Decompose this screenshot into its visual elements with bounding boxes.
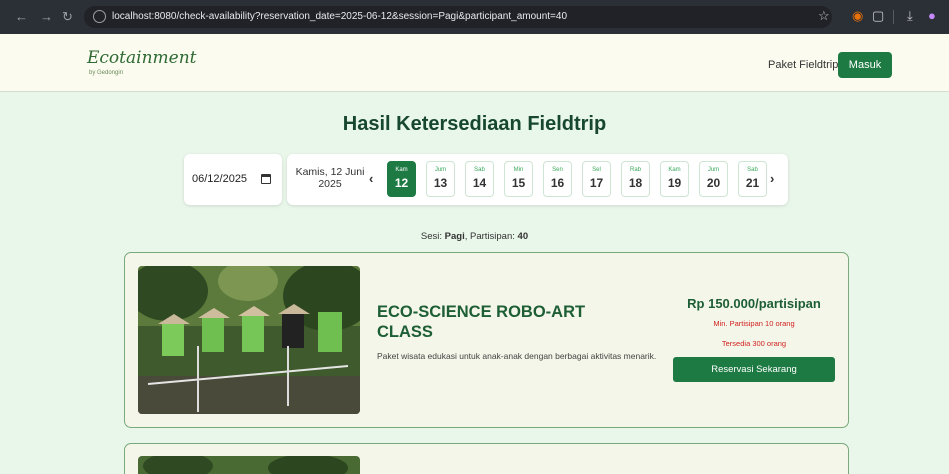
day-button[interactable]: Kam 19 bbox=[660, 161, 689, 197]
min-participants: Min. Partisipan 10 orang bbox=[713, 319, 795, 328]
package-title: ECO-SCIENCE ROBO-ART CLASS bbox=[377, 303, 586, 341]
day-name: Sab bbox=[474, 167, 485, 173]
url-text: localhost:8080/check-availability?reserv… bbox=[112, 11, 568, 22]
logo[interactable]: Ecotainment bbox=[87, 48, 196, 68]
package-price: Rp 150.000/partisipan bbox=[687, 296, 821, 311]
day-button[interactable]: Sel 17 bbox=[582, 161, 611, 197]
day-name: Jum bbox=[707, 167, 720, 173]
forward-icon[interactable]: → bbox=[40, 9, 53, 24]
day-name: Kam bbox=[668, 167, 681, 173]
day-date: 18 bbox=[628, 176, 643, 190]
day-selector: Kamis, 12 Juni 2025 ‹ Kam 12 Jum 13 Sab 14 Min… bbox=[287, 154, 788, 205]
day-name: Sen bbox=[552, 167, 563, 173]
reserve-button[interactable]: Reservasi Sekarang bbox=[673, 357, 835, 382]
availability: Tersedia 300 orang bbox=[721, 339, 787, 348]
back-icon[interactable]: ← bbox=[15, 9, 28, 24]
day-button[interactable]: Sen 16 bbox=[543, 161, 572, 197]
session-value: Pagi bbox=[444, 231, 465, 242]
day-button[interactable]: Kam 12 bbox=[387, 161, 416, 197]
day-name: Kam bbox=[395, 167, 408, 173]
toolbar-divider bbox=[893, 10, 894, 24]
site-info-icon[interactable] bbox=[93, 10, 106, 23]
calendar-icon[interactable] bbox=[261, 174, 271, 184]
day-button[interactable]: Jum 13 bbox=[426, 161, 455, 197]
address-bar[interactable]: localhost:8080/check-availability?reserv… bbox=[84, 6, 832, 28]
reload-icon[interactable]: ↻ bbox=[62, 9, 73, 25]
login-button[interactable]: Masuk bbox=[838, 52, 892, 78]
day-name: Sab bbox=[747, 167, 758, 173]
day-button[interactable]: Sab 14 bbox=[465, 161, 494, 197]
browser-toolbar: ← → ↻ localhost:8080/check-availability?… bbox=[0, 0, 949, 34]
extension-icon[interactable]: ◉ bbox=[852, 8, 863, 24]
day-button[interactable]: Min 15 bbox=[504, 161, 533, 197]
participant-value: 40 bbox=[517, 231, 529, 242]
day-button[interactable]: Rab 18 bbox=[621, 161, 650, 197]
day-name: Jum bbox=[434, 167, 447, 173]
site-header: Ecotainment by Gedongin Paket Fieldtrip … bbox=[0, 34, 949, 92]
package-card bbox=[124, 443, 849, 474]
logo-subtitle: by Gedongin bbox=[89, 70, 124, 76]
day-name: Min bbox=[513, 167, 524, 173]
session-summary: Sesi: Pagi, Partisipan: 40 bbox=[420, 231, 529, 242]
extensions-puzzle-icon[interactable]: ▢ bbox=[872, 8, 884, 24]
profile-icon[interactable]: ● bbox=[928, 8, 936, 23]
day-date: 14 bbox=[472, 176, 487, 190]
package-photo bbox=[138, 456, 360, 474]
day-date: 20 bbox=[706, 176, 721, 190]
day-name: Sel bbox=[592, 167, 601, 173]
download-icon[interactable]: ⤓ bbox=[907, 8, 913, 24]
chevron-left-icon[interactable]: ‹ bbox=[369, 171, 373, 186]
chevron-right-icon[interactable]: › bbox=[770, 171, 774, 186]
current-date-label: Kamis, 12 Juni 2025 bbox=[295, 166, 365, 190]
day-date: 17 bbox=[589, 176, 604, 190]
day-date: 19 bbox=[667, 176, 682, 190]
day-date: 16 bbox=[550, 176, 565, 190]
package-photo bbox=[138, 266, 360, 414]
package-description: Paket wisata edukasi untuk anak-anak den… bbox=[377, 351, 657, 361]
date-input-value: 06/12/2025 bbox=[192, 173, 248, 185]
day-button[interactable]: Sab 21 bbox=[738, 161, 767, 197]
day-date: 15 bbox=[511, 176, 526, 190]
date-input[interactable]: 06/12/2025 bbox=[184, 154, 282, 205]
day-button[interactable]: Jum 20 bbox=[699, 161, 728, 197]
day-name: Rab bbox=[629, 167, 641, 173]
package-card: ECO-SCIENCE ROBO-ART CLASS Paket wisata … bbox=[124, 252, 849, 428]
page-title: Hasil Ketersediaan Fieldtrip bbox=[342, 113, 607, 135]
bookmark-star-icon[interactable]: ☆ bbox=[818, 8, 830, 24]
day-date: 12 bbox=[394, 176, 409, 190]
day-date: 13 bbox=[433, 176, 448, 190]
nav-paket-fieldtrip[interactable]: Paket Fieldtrip bbox=[768, 59, 838, 71]
day-date: 21 bbox=[745, 176, 760, 190]
